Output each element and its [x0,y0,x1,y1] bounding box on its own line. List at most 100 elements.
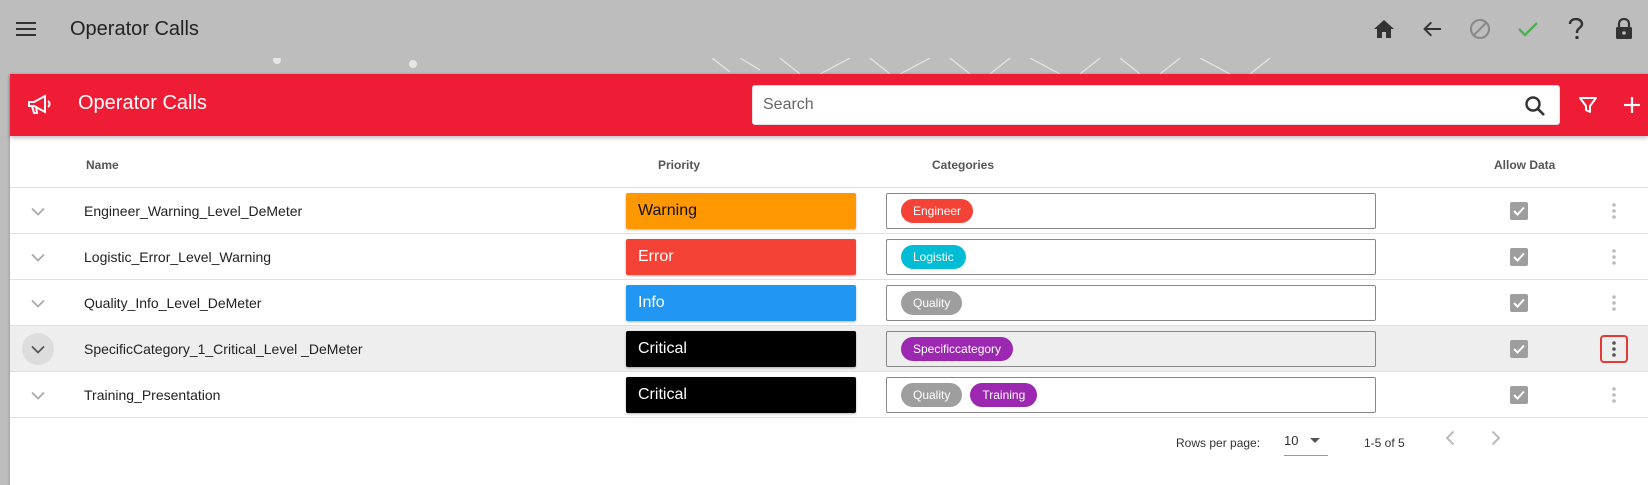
allow-data-checkbox[interactable] [1510,386,1528,404]
row-actions-button[interactable] [1600,335,1628,363]
more-vert-icon [1612,249,1616,265]
more-vert-icon [1612,387,1616,403]
allow-data-checkbox[interactable] [1510,248,1528,266]
call-name: Quality_Info_Level_DeMeter [84,295,262,311]
table-header: Name Priority Categories Allow Data [10,136,1648,188]
priority-select[interactable]: Error [626,239,856,275]
priority-value: Critical [638,340,687,357]
previous-page-button[interactable] [1432,420,1468,456]
category-chip: Quality [901,291,963,315]
column-header-allow-data[interactable]: Allow Data [1494,158,1555,172]
row-actions-button[interactable] [1600,289,1628,317]
background-pattern [273,58,1271,74]
card-header: Operator Calls [10,74,1648,136]
table-row[interactable]: Engineer_Warning_Level_DeMeter Warning E… [10,188,1648,234]
priority-select[interactable]: Critical [626,331,856,367]
filter-button[interactable] [1572,89,1604,121]
filter-icon [1579,97,1597,113]
menu-icon [16,22,36,36]
category-chip: Quality [901,383,963,407]
priority-select[interactable]: Info [626,285,856,321]
categories-field[interactable]: Quality Training [886,377,1376,413]
priority-select[interactable]: Critical [626,377,856,413]
priority-value: Info [638,294,665,311]
priority-value: Warning [638,202,697,219]
more-vert-icon [1612,341,1616,357]
help-button[interactable] [1552,5,1600,53]
call-name: Engineer_Warning_Level_DeMeter [84,203,303,219]
cancel-button[interactable] [1456,5,1504,53]
check-icon [1518,22,1538,37]
table-row[interactable]: Logistic_Error_Level_Warning Error Logis… [10,234,1648,280]
next-page-button[interactable] [1478,420,1514,456]
table-body: Engineer_Warning_Level_DeMeter Warning E… [10,188,1648,418]
category-chip: Engineer [901,199,974,223]
caret-down-icon [1310,438,1320,443]
expand-row-button[interactable] [22,287,54,319]
back-button[interactable] [1408,5,1456,53]
appbar-actions [1360,0,1648,58]
check-icon [1513,298,1525,308]
call-name: Logistic_Error_Level_Warning [84,249,272,265]
more-vert-icon [1612,203,1616,219]
categories-field[interactable]: Quality [886,285,1376,321]
search-box [752,85,1560,125]
app-title: Operator Calls [70,17,199,40]
table-row[interactable]: Quality_Info_Level_DeMeter Info Quality [10,280,1648,326]
check-icon [1513,344,1525,354]
table-row[interactable]: SpecificCategory_1_Critical_Level _DeMet… [10,326,1648,372]
expand-row-button[interactable] [22,195,54,227]
expand-row-button[interactable] [22,241,54,273]
confirm-button[interactable] [1504,5,1552,53]
expand-row-button[interactable] [22,379,54,411]
rows-per-page-value: 10 [1284,433,1299,448]
call-name: Training_Presentation [84,387,221,403]
app-bar: Operator Calls [0,0,1648,58]
check-icon [1513,390,1525,400]
block-icon [1470,19,1490,39]
lock-button[interactable] [1600,5,1648,53]
help-icon [1568,18,1584,39]
expand-row-button[interactable] [22,333,54,365]
priority-value: Error [638,248,674,265]
search-icon[interactable] [1523,94,1547,118]
allow-data-checkbox[interactable] [1510,340,1528,358]
card-title: Operator Calls [78,92,207,114]
categories-field[interactable]: Engineer [886,193,1376,229]
more-vert-icon [1612,295,1616,311]
megaphone-icon [28,94,51,114]
chevron-down-icon [31,253,45,262]
allow-data-checkbox[interactable] [1510,294,1528,312]
priority-select[interactable]: Warning [626,193,856,229]
header-icon [24,89,56,121]
chevron-right-icon [1491,430,1501,446]
search-input[interactable] [753,87,1493,123]
allow-data-checkbox[interactable] [1510,202,1528,220]
operator-calls-table: Name Priority Categories Allow Data Engi… [10,136,1648,418]
categories-field[interactable]: Logistic [886,239,1376,275]
row-actions-button[interactable] [1600,381,1628,409]
column-header-categories[interactable]: Categories [932,158,994,172]
home-button[interactable] [1360,5,1408,53]
menu-button[interactable] [0,0,52,58]
priority-value: Critical [638,386,687,403]
row-actions-button[interactable] [1600,197,1628,225]
column-header-priority[interactable]: Priority [658,158,700,172]
rows-per-page-select[interactable]: 10 [1284,426,1328,456]
pagination-range: 1-5 of 5 [1364,436,1405,450]
chevron-down-icon [31,391,45,400]
chevron-down-icon [31,299,45,308]
table-row[interactable]: Training_Presentation Critical Quality Tr… [10,372,1648,418]
chevron-down-icon [31,345,45,354]
categories-field[interactable]: Specificcategory [886,331,1376,367]
add-icon [1624,97,1640,113]
row-actions-button[interactable] [1600,243,1628,271]
home-icon [1374,20,1394,38]
category-chip: Logistic [901,245,966,269]
add-button[interactable] [1616,89,1648,121]
column-header-name[interactable]: Name [86,158,119,172]
chevron-down-icon [31,207,45,216]
operator-calls-card: Operator Calls Name Priority Categories … [10,74,1648,485]
chevron-left-icon [1445,430,1455,446]
category-chip: Specificcategory [901,337,1014,361]
